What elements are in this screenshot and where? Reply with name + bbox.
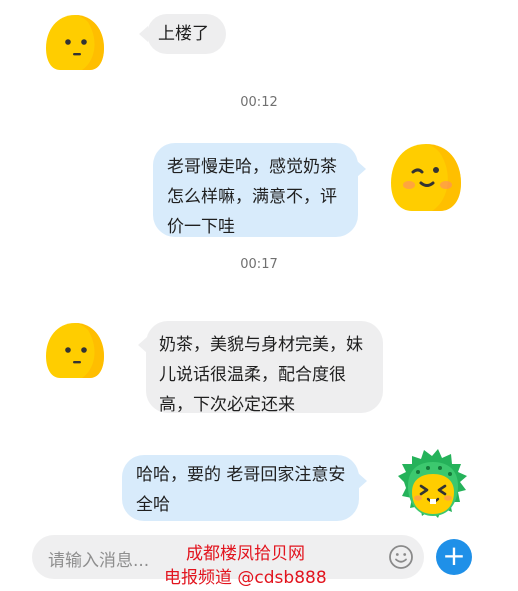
input-placeholder: 请输入消息... bbox=[48, 551, 150, 571]
contact-avatar[interactable] bbox=[44, 320, 106, 380]
timestamp: 00:17 bbox=[240, 257, 278, 272]
message-bubble-left[interactable]: 上楼了 bbox=[139, 14, 226, 54]
message-text: 哈哈，要的 老哥回家注意安全哈 bbox=[136, 465, 346, 515]
bubble-tail bbox=[139, 26, 148, 42]
user-avatar[interactable] bbox=[388, 141, 464, 213]
plus-icon: + bbox=[442, 539, 466, 572]
bubble-tail bbox=[358, 473, 367, 489]
message-text: 老哥慢走哈，感觉奶茶怎么样嘛，满意不，评价一下哇 bbox=[167, 157, 337, 237]
send-button[interactable]: + bbox=[436, 539, 472, 575]
dinosaur-avatar[interactable] bbox=[394, 446, 472, 522]
message-text: 奶茶，美貌与身材完美，妹儿说话很温柔，配合度很高，下次必定还来 bbox=[159, 335, 363, 415]
message-bubble-right[interactable]: 老哥慢走哈，感觉奶茶怎么样嘛，满意不，评价一下哇 bbox=[153, 143, 366, 237]
bubble-tail bbox=[138, 337, 147, 353]
contact-avatar[interactable] bbox=[44, 12, 106, 72]
watermark-line-1: 成都楼凤拾贝网 bbox=[186, 544, 305, 564]
smiley-icon[interactable] bbox=[388, 544, 414, 570]
bubble-tail bbox=[357, 161, 366, 177]
message-text: 上楼了 bbox=[158, 24, 209, 44]
message-bubble-left[interactable]: 奶茶，美貌与身材完美，妹儿说话很温柔，配合度很高，下次必定还来 bbox=[138, 321, 383, 415]
timestamp: 00:12 bbox=[240, 95, 278, 110]
message-bubble-right[interactable]: 哈哈，要的 老哥回家注意安全哈 bbox=[122, 455, 367, 521]
watermark-line-2: 电报频道 @cdsb888 bbox=[164, 568, 327, 588]
